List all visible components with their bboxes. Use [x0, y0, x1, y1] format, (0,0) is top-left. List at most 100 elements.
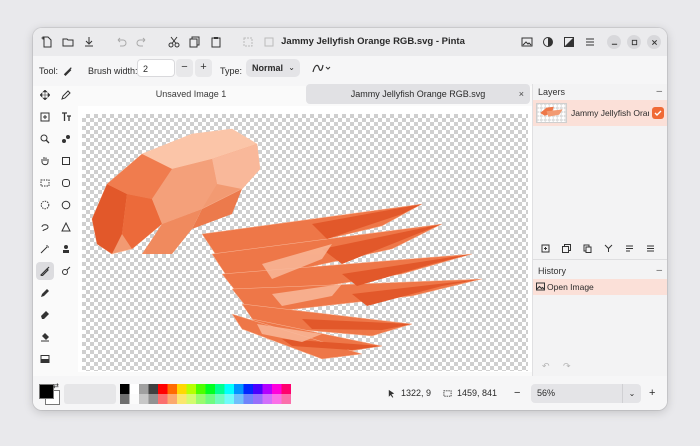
minimize-button[interactable]	[607, 35, 621, 49]
maximize-button[interactable]	[627, 35, 641, 49]
duplicate-layer-icon[interactable]	[560, 242, 572, 254]
cut-icon[interactable]	[166, 34, 182, 50]
save-icon[interactable]	[81, 34, 97, 50]
rectangle-select-tool-icon[interactable]	[36, 174, 54, 192]
merge-layer-down-icon[interactable]	[602, 242, 614, 254]
ellipse-tool-icon[interactable]	[57, 196, 75, 214]
copy-icon[interactable]	[187, 34, 203, 50]
palette-swatch[interactable]	[253, 384, 263, 394]
zoom-tool-icon[interactable]	[36, 130, 54, 148]
palette-swatch[interactable]	[186, 394, 197, 404]
rectangle-tool-icon[interactable]	[57, 152, 75, 170]
palette-swatch[interactable]	[262, 384, 273, 394]
redo-icon[interactable]	[134, 34, 150, 50]
palette-swatch[interactable]	[272, 384, 282, 394]
history-redo-icon[interactable]: ↷	[563, 361, 571, 372]
lasso-select-tool-icon[interactable]	[36, 218, 54, 236]
palette-swatch[interactable]	[262, 394, 273, 404]
close-window-button[interactable]	[647, 35, 661, 49]
zoom-in-button[interactable]: +	[649, 376, 655, 410]
move-selected-tool-icon[interactable]	[36, 86, 54, 104]
layer-properties-icon[interactable]	[623, 242, 635, 254]
ellipse-select-tool-icon[interactable]	[36, 196, 54, 214]
layer-row[interactable]: Jammy Jellyfish Orange R	[533, 100, 667, 126]
palette-swatch[interactable]	[196, 384, 206, 394]
palette-swatch[interactable]	[158, 384, 168, 394]
open-file-icon[interactable]	[60, 34, 76, 50]
paintbrush-tool-icon-button[interactable]	[36, 262, 54, 280]
history-item[interactable]: Open Image	[533, 279, 667, 295]
brush-width-increase-button[interactable]: +	[195, 59, 212, 77]
brush-width-decrease-button[interactable]: −	[176, 59, 193, 77]
close-tab-icon[interactable]: ×	[519, 84, 524, 104]
layer-visibility-checkbox[interactable]	[652, 107, 664, 119]
palette-swatch[interactable]	[196, 394, 206, 404]
zoom-out-button[interactable]: −	[514, 376, 520, 410]
eraser-tool-icon[interactable]	[36, 306, 54, 324]
palette-swatch[interactable]	[215, 384, 225, 394]
color-picker-tool-icon[interactable]	[57, 86, 75, 104]
blend-mode-dropdown[interactable]: Normal ⌄	[246, 59, 300, 77]
palette-swatch[interactable]	[120, 394, 130, 404]
move-selection-tool-icon[interactable]	[36, 108, 54, 126]
palette-swatch[interactable]	[224, 394, 235, 404]
text-tool-icon[interactable]	[57, 108, 75, 126]
layers-collapse-button[interactable]: –	[656, 84, 662, 100]
magic-wand-tool-icon[interactable]	[36, 240, 54, 258]
tab-unsaved-image[interactable]: Unsaved Image 1	[79, 84, 303, 104]
palette-swatch[interactable]	[243, 384, 254, 394]
zoom-dropdown[interactable]: 56% ⌄	[531, 384, 641, 403]
palette-swatch[interactable]	[234, 384, 244, 394]
brush-width-input[interactable]: 2	[137, 59, 175, 77]
palette-swatch[interactable]	[158, 394, 168, 404]
recent-colors[interactable]	[64, 384, 116, 404]
palette-swatch[interactable]	[177, 384, 187, 394]
color-palette[interactable]	[120, 384, 298, 404]
undo-icon[interactable]	[113, 34, 129, 50]
palette-swatch[interactable]	[139, 394, 149, 404]
palette-swatch[interactable]	[167, 384, 178, 394]
palette-swatch[interactable]	[129, 384, 140, 394]
gradient-tool-icon[interactable]	[36, 350, 54, 368]
palette-swatch[interactable]	[281, 394, 292, 404]
history-collapse-button[interactable]: –	[656, 263, 662, 279]
palette-swatch[interactable]	[129, 394, 140, 404]
palette-swatch[interactable]	[281, 384, 292, 394]
palette-swatch[interactable]	[224, 384, 235, 394]
freeform-shape-tool-icon[interactable]	[57, 218, 75, 236]
recolor-tool-icon[interactable]	[57, 240, 75, 258]
line-curve-tool-icon[interactable]	[57, 262, 75, 280]
palette-swatch[interactable]	[253, 394, 263, 404]
history-undo-icon[interactable]: ↶	[542, 361, 550, 372]
new-image-icon[interactable]	[39, 34, 55, 50]
copy-layer-icon[interactable]	[581, 242, 593, 254]
palette-swatch[interactable]	[234, 394, 244, 404]
pan-tool-icon[interactable]	[36, 152, 54, 170]
palette-swatch[interactable]	[186, 384, 197, 394]
main-menu-icon[interactable]	[582, 34, 598, 50]
layer-menu-icon[interactable]	[644, 242, 656, 254]
paste-icon[interactable]	[208, 34, 224, 50]
palette-swatch[interactable]	[148, 394, 159, 404]
chevron-down-icon[interactable]: ⌄	[622, 384, 641, 403]
clone-stamp-tool-icon[interactable]	[57, 130, 75, 148]
rounded-rectangle-tool-icon[interactable]	[57, 174, 75, 192]
palette-swatch[interactable]	[177, 394, 187, 404]
palette-swatch[interactable]	[272, 394, 282, 404]
palette-swatch[interactable]	[205, 394, 216, 404]
palette-swatch[interactable]	[148, 384, 159, 394]
palette-swatch[interactable]	[205, 384, 216, 394]
palette-swatch[interactable]	[243, 394, 254, 404]
antialiasing-dropdown[interactable]	[312, 61, 332, 75]
pencil-tool-icon[interactable]	[36, 284, 54, 302]
adjustments-icon[interactable]	[540, 34, 556, 50]
swap-colors-icon[interactable]: ⇄	[53, 382, 59, 390]
palette-swatch[interactable]	[120, 384, 130, 394]
palette-swatch[interactable]	[167, 394, 178, 404]
image-canvas[interactable]	[82, 114, 528, 371]
tab-jammy-jellyfish[interactable]: Jammy Jellyfish Orange RGB.svg ×	[306, 84, 530, 104]
paint-bucket-tool-icon[interactable]	[36, 328, 54, 346]
add-layer-icon[interactable]	[539, 242, 551, 254]
palette-swatch[interactable]	[139, 384, 149, 394]
palette-swatch[interactable]	[215, 394, 225, 404]
